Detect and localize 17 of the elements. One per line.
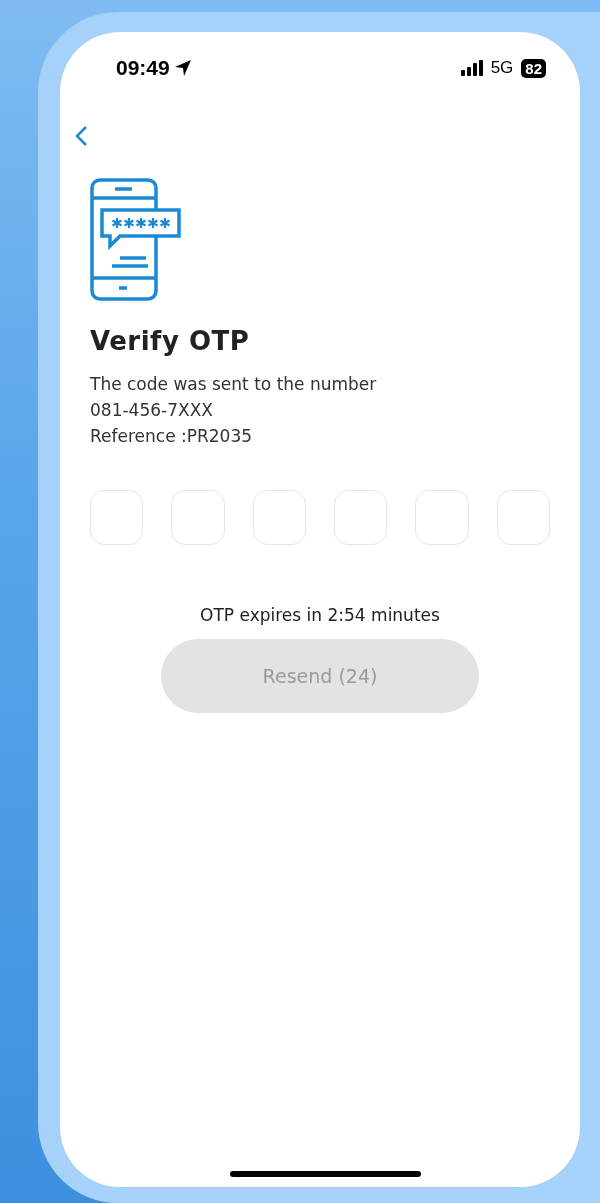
location-arrow-icon [173,59,192,77]
status-time: 09:49 [116,56,170,80]
otp-digit-field[interactable] [415,490,469,545]
page-title: Verify OTP [90,326,251,356]
description-text: Reference :PR2035 [90,426,254,446]
network-label: 5G [490,58,514,78]
expiry-text: OTP expires in 2:54 minutes [200,605,440,625]
description-text: The code was sent to the number [90,374,378,394]
otp-digit-field[interactable] [496,490,550,545]
phone-message-icon [90,178,182,302]
description-text: 081-456-7XXX [90,400,214,420]
battery-level: 82 [521,58,546,78]
signal-icon [460,60,485,76]
otp-digit-field[interactable] [334,490,388,545]
otp-digit-field[interactable] [252,490,306,545]
otp-digit-field[interactable] [171,490,225,545]
otp-digit-field[interactable] [90,490,144,545]
